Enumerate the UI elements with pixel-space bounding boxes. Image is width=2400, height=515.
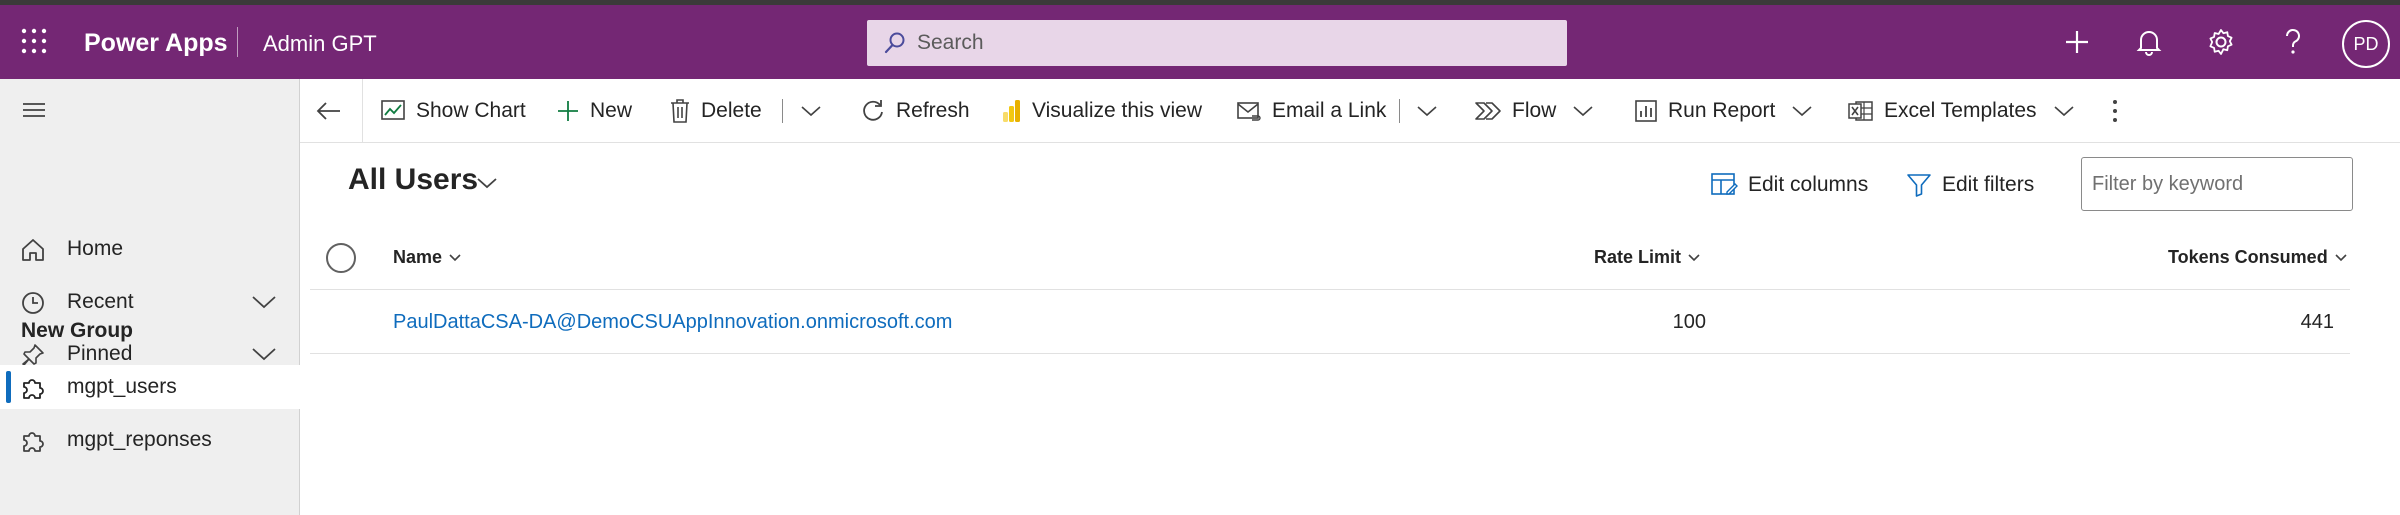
- chevron-down-icon[interactable]: [250, 344, 278, 364]
- command-divider: [782, 99, 783, 123]
- delete-button[interactable]: Delete: [669, 91, 762, 131]
- chart-icon: [381, 100, 405, 120]
- table-row[interactable]: PaulDattaCSA-DA@DemoCSUAppInnovation.onm…: [310, 291, 2350, 354]
- command-divider: [1399, 99, 1400, 123]
- search-icon: [884, 32, 905, 54]
- header-divider: [237, 27, 238, 57]
- chevron-down-icon[interactable]: [250, 292, 278, 312]
- delete-more-dropdown[interactable]: [800, 91, 822, 131]
- chevron-down-icon: [1688, 253, 1700, 261]
- chevron-down-icon: [801, 106, 821, 117]
- arrow-left-icon: [316, 102, 340, 120]
- search-input[interactable]: [917, 20, 1547, 66]
- excel-templates-label: Excel Templates: [1884, 99, 2037, 122]
- home-icon: [22, 239, 44, 261]
- app-header: Power Apps Admin GPT PD: [0, 5, 2400, 79]
- column-header-label: Rate Limit: [1594, 247, 1682, 267]
- show-chart-button[interactable]: Show Chart: [380, 91, 526, 131]
- sidebar-item-recent[interactable]: Recent: [0, 280, 300, 324]
- sidebar-item-mgpt-reponses[interactable]: mgpt_reponses: [0, 418, 300, 462]
- grid-header: Name Rate Limit Tokens Consumed: [310, 230, 2350, 290]
- edit-columns-button[interactable]: Edit columns: [1710, 165, 1868, 205]
- delete-label: Delete: [701, 99, 762, 122]
- edit-columns-icon: [1711, 173, 1738, 195]
- chevron-down-icon: [2053, 106, 2074, 117]
- refresh-icon: [863, 100, 883, 121]
- sidebar-item-label: mgpt_users: [67, 375, 177, 398]
- edit-filters-label: Edit filters: [1942, 173, 2035, 196]
- view-title[interactable]: All Users: [348, 163, 478, 197]
- trash-icon: [671, 99, 689, 123]
- edit-filters-button[interactable]: Edit filters: [1906, 165, 2034, 205]
- run-report-button[interactable]: Run Report: [1634, 91, 1813, 131]
- add-icon[interactable]: [2060, 25, 2094, 59]
- column-header-label: Tokens Consumed: [2168, 247, 2328, 267]
- column-header-name[interactable]: Name: [393, 247, 462, 268]
- show-chart-label: Show Chart: [416, 99, 526, 122]
- chevron-down-icon: [449, 253, 461, 261]
- user-name-link[interactable]: PaulDattaCSA-DA@DemoCSUAppInnovation.onm…: [393, 311, 952, 334]
- column-header-label: Name: [393, 247, 443, 267]
- rate-limit-cell: 100: [1672, 311, 1706, 333]
- waffle-icon[interactable]: [20, 27, 48, 55]
- more-commands-button[interactable]: [2110, 91, 2120, 131]
- filter-keyword-input[interactable]: [2081, 157, 2353, 211]
- sidebar-item-label: mgpt_reponses: [67, 428, 212, 451]
- hamburger-menu-icon[interactable]: [22, 100, 46, 120]
- select-all-checkbox[interactable]: [326, 243, 356, 273]
- new-button[interactable]: New: [556, 91, 632, 131]
- sidebar-item-mgpt-users[interactable]: mgpt_users: [0, 365, 300, 409]
- email-more-dropdown[interactable]: [1416, 91, 1438, 131]
- user-avatar[interactable]: PD: [2342, 20, 2390, 68]
- run-report-label: Run Report: [1668, 99, 1776, 122]
- app-name[interactable]: Power Apps: [84, 29, 228, 58]
- add-icon: [558, 101, 578, 121]
- flow-button[interactable]: Flow: [1474, 91, 1594, 131]
- visualize-view-button[interactable]: Visualize this view: [1002, 91, 1202, 131]
- filter-icon: [1907, 174, 1931, 197]
- column-header-tokens-consumed[interactable]: Tokens Consumed: [2168, 247, 2348, 268]
- email-link-label: Email a Link: [1272, 99, 1387, 122]
- new-label: New: [590, 99, 633, 122]
- sidebar-item-label: Recent: [67, 290, 134, 313]
- help-icon[interactable]: [2276, 25, 2310, 59]
- puzzle-icon: [23, 379, 44, 399]
- excel-templates-button[interactable]: Excel Templates: [1848, 91, 2075, 131]
- chevron-down-icon: [1792, 106, 1812, 117]
- environment-name[interactable]: Admin GPT: [263, 31, 377, 57]
- chevron-down-icon: [2335, 253, 2347, 261]
- puzzle-icon: [23, 432, 44, 452]
- chevron-down-icon: [1417, 106, 1437, 117]
- visualize-view-label: Visualize this view: [1032, 99, 1203, 122]
- email-link-icon: [1237, 102, 1261, 121]
- command-divider: [362, 79, 363, 143]
- sidebar-item-label: Pinned: [67, 342, 133, 365]
- report-icon: [1635, 100, 1657, 122]
- sidebar-item-home[interactable]: Home: [0, 227, 300, 271]
- more-vertical-icon: [2113, 100, 2117, 122]
- bell-icon[interactable]: [2132, 25, 2166, 59]
- email-link-button[interactable]: Email a Link: [1236, 91, 1386, 131]
- column-header-rate-limit[interactable]: Rate Limit: [1594, 247, 1701, 268]
- search-box[interactable]: [867, 20, 1567, 66]
- edit-columns-label: Edit columns: [1748, 173, 1869, 196]
- flow-icon: [1475, 102, 1501, 120]
- refresh-button[interactable]: Refresh: [860, 91, 970, 131]
- sidebar: Home Recent Pinned New Group mgpt_users …: [0, 79, 300, 515]
- chevron-down-icon: [1573, 106, 1593, 117]
- sidebar-group-title: New Group: [21, 319, 134, 342]
- flow-label: Flow: [1512, 99, 1557, 122]
- excel-icon: [1848, 101, 1873, 121]
- clock-icon: [22, 292, 44, 314]
- tokens-consumed-cell: 441: [2300, 311, 2334, 333]
- back-button[interactable]: [316, 91, 342, 131]
- gear-icon[interactable]: [2204, 25, 2238, 59]
- sidebar-item-label: Home: [67, 237, 124, 260]
- power-bi-icon: [1003, 100, 1020, 122]
- chevron-down-icon[interactable]: [476, 175, 498, 191]
- refresh-label: Refresh: [896, 99, 970, 122]
- command-bar: Show Chart New Delete Refresh Visualize …: [300, 79, 2400, 143]
